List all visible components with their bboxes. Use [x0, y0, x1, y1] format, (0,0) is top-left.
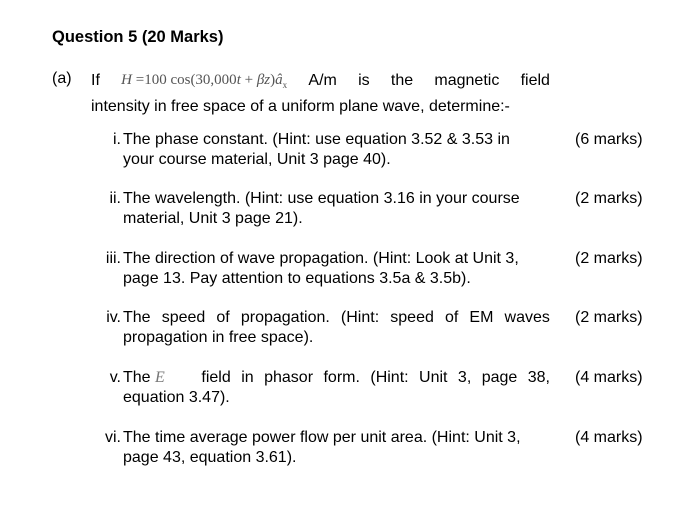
item-marks: (4 marks) [575, 429, 643, 446]
item-number: iii. [105, 250, 121, 267]
unit-word: A/m [308, 72, 337, 89]
question-heading: Question 5 (20 Marks) [52, 28, 224, 46]
intro-word: field [520, 72, 550, 89]
e-field-symbol: E [155, 369, 165, 386]
item-text: The phase constant. (Hint: use equation … [123, 131, 510, 168]
question-intro: If H =100 cos(30,000t + βz)âx A/m is the… [91, 70, 550, 117]
item-marks: (2 marks) [575, 190, 643, 207]
intro-word: the [390, 72, 414, 89]
item-number: vi. [105, 429, 121, 446]
item-number: v. [109, 369, 121, 386]
item-marks: (4 marks) [575, 369, 643, 386]
item-text: The wavelength. (Hint: use equation 3.16… [123, 190, 520, 227]
item-number: ii. [109, 190, 121, 207]
item-number: i. [113, 131, 121, 148]
if-word: If [91, 72, 100, 89]
item-number: iv. [106, 309, 121, 326]
item-text: The direction of wave propagation. (Hint… [123, 250, 519, 287]
item-text: The time average power flow per unit are… [123, 429, 521, 466]
item-text: The Efield in phasor form. (Hint: Unit 3… [123, 369, 550, 406]
item-marks: (2 marks) [575, 250, 643, 267]
field-equation: H =100 cos(30,000t + βz)âx [121, 72, 288, 90]
intro-line-1: If H =100 cos(30,000t + βz)âx A/m is the… [91, 70, 550, 96]
part-label: (a) [52, 70, 72, 87]
intro-word: magnetic [434, 72, 500, 89]
intro-word: is [358, 72, 370, 89]
item-marks: (2 marks) [575, 309, 643, 326]
item-marks: (6 marks) [575, 131, 643, 148]
intro-line-2: intensity in free space of a uniform pla… [91, 98, 510, 115]
item-text: The speed of propagation. (Hint: speed of EM wav… [123, 309, 550, 346]
